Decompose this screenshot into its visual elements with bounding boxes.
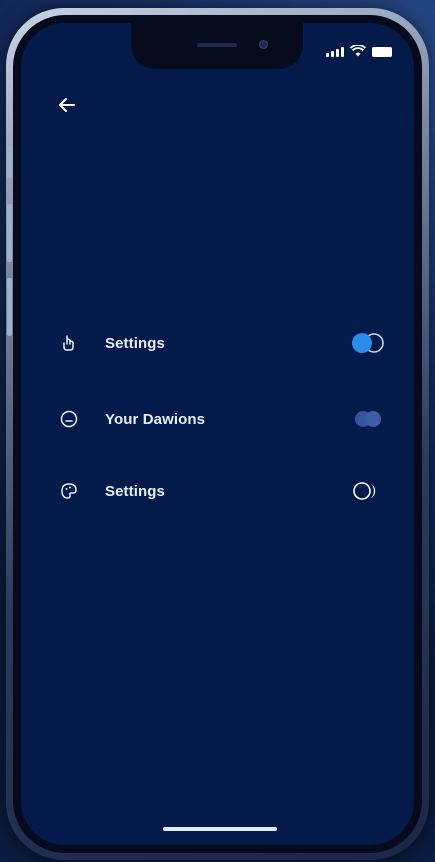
toggle-switch[interactable] — [348, 408, 388, 430]
speaker-grille — [197, 43, 237, 47]
volume-up-button — [7, 204, 12, 262]
settings-row-label: Settings — [105, 482, 165, 500]
settings-row-label: Your Dawions — [105, 410, 206, 428]
phone-bezel: Settings Your Dawions Settings — [13, 15, 422, 853]
battery-icon — [372, 47, 392, 57]
volume-down-button — [7, 278, 12, 336]
toggle-switch[interactable] — [348, 480, 388, 502]
hand-touch-icon — [63, 335, 74, 351]
screen: Settings Your Dawions Settings — [21, 23, 414, 845]
settings-row-2[interactable]: Your Dawions — [21, 397, 414, 441]
phone-frame: Settings Your Dawions Settings — [6, 8, 429, 860]
home-indicator[interactable] — [163, 827, 277, 831]
front-camera — [259, 40, 268, 49]
palette-icon — [61, 483, 77, 499]
mute-switch — [7, 146, 12, 178]
toggle-switch[interactable] — [348, 332, 388, 354]
face-icon — [60, 410, 78, 428]
status-bar-icons — [326, 45, 392, 57]
cellular-signal-icon — [326, 47, 344, 57]
back-arrow-icon[interactable] — [55, 93, 79, 117]
settings-row-1[interactable]: Settings — [21, 321, 414, 365]
notch — [131, 23, 303, 69]
wifi-icon — [350, 45, 366, 57]
settings-row-label: Settings — [105, 334, 165, 352]
settings-row-3[interactable]: Settings — [21, 469, 414, 513]
